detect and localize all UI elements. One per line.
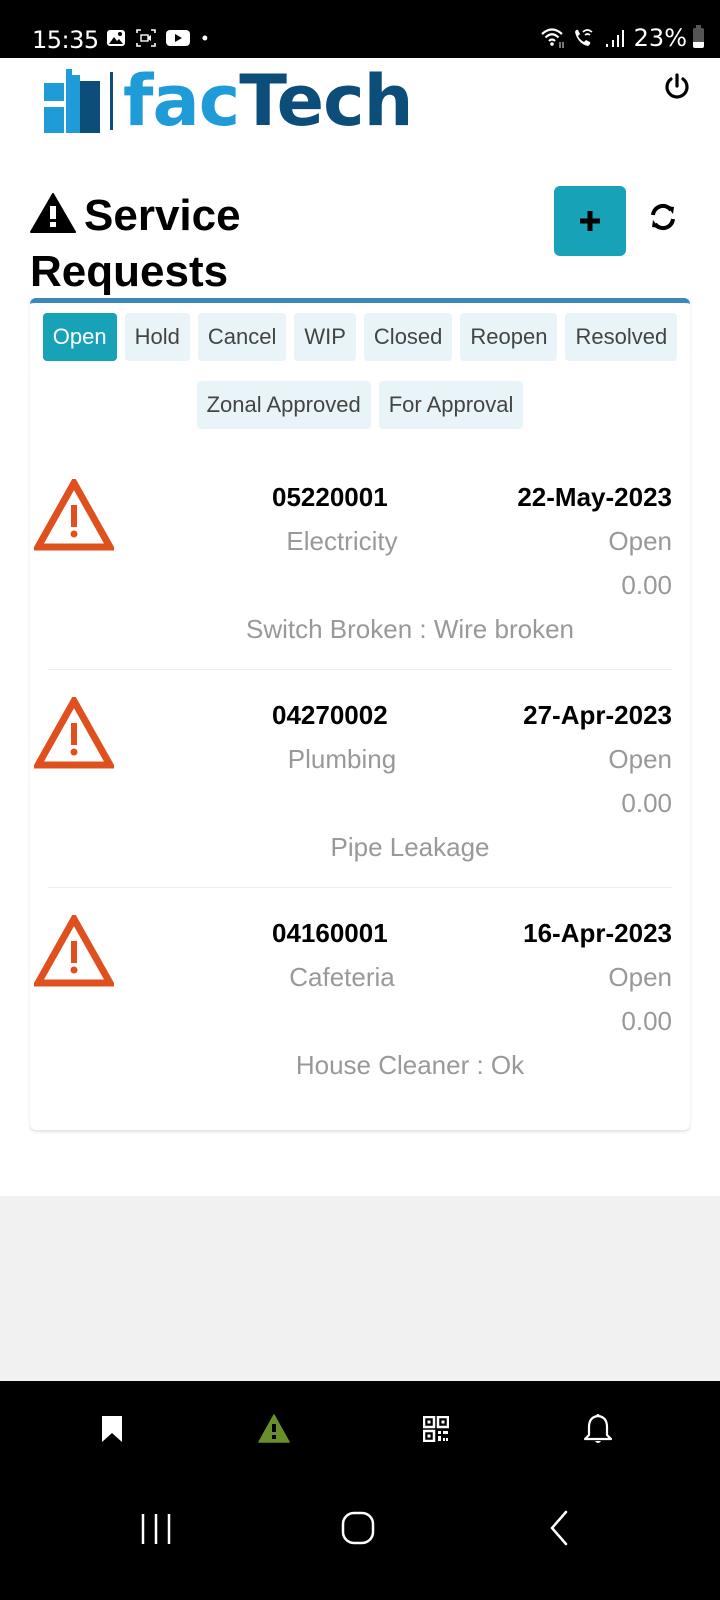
- qr-code-icon: [423, 1416, 449, 1442]
- power-icon[interactable]: [662, 72, 692, 102]
- back-icon[interactable]: [538, 1506, 582, 1550]
- request-date: 16-Apr-2023: [523, 918, 672, 948]
- wifi-icon: [540, 28, 564, 48]
- status-time: 15:35: [32, 26, 99, 54]
- request-description: House Cleaner : Ok: [295, 1050, 525, 1080]
- logo-text-fac: fac: [123, 60, 240, 142]
- alert-triangle-icon: [34, 915, 114, 987]
- signal-icon: [605, 30, 624, 47]
- logo-text-tech: Tech: [239, 60, 413, 142]
- request-list: 05220001 22-May-2023 Electricity Open 0.00…: [30, 451, 690, 1105]
- page-background: [0, 1196, 720, 1381]
- filter-zonal-approved[interactable]: Zonal Approved: [196, 381, 371, 429]
- request-category: Electricity: [286, 526, 398, 556]
- home-icon[interactable]: [336, 1506, 380, 1550]
- plus-icon: [580, 211, 600, 231]
- battery-percent: 23%: [633, 24, 687, 52]
- gallery-icon: [107, 30, 125, 46]
- request-date: 22-May-2023: [517, 482, 672, 512]
- request-status: Open: [608, 962, 672, 992]
- youtube-icon: [166, 30, 190, 46]
- request-date: 27-Apr-2023: [523, 700, 672, 730]
- nav-qr-scan[interactable]: [418, 1411, 454, 1447]
- app-header: facTech: [0, 58, 720, 168]
- add-request-button[interactable]: [554, 186, 626, 256]
- filter-open[interactable]: Open: [42, 313, 117, 361]
- battery-icon: [693, 25, 704, 48]
- recent-apps-icon[interactable]: [134, 1506, 178, 1550]
- status-bar: 15:35 23%: [0, 0, 720, 58]
- request-category: Cafeteria: [289, 962, 395, 992]
- warning-icon: [258, 1414, 290, 1443]
- filter-for-approval[interactable]: For Approval: [378, 381, 524, 429]
- filter-hold[interactable]: Hold: [124, 313, 190, 361]
- bottom-nav: [0, 1381, 720, 1476]
- filter-wip[interactable]: WIP: [294, 313, 356, 361]
- dot-icon: [202, 35, 208, 41]
- logo-separator: [110, 72, 113, 130]
- bell-icon: [583, 1414, 613, 1443]
- filter-resolved[interactable]: Resolved: [565, 313, 678, 361]
- warning-icon: [30, 193, 76, 233]
- wifi-call-icon: [574, 29, 593, 46]
- refresh-icon[interactable]: [648, 202, 678, 232]
- status-filter-tabs: Open Hold Cancel WIP Closed Reopen Resol…: [30, 313, 690, 429]
- request-amount: 0.00: [621, 788, 672, 818]
- filter-closed[interactable]: Closed: [363, 313, 453, 361]
- system-nav-bar: [0, 1476, 720, 1600]
- request-status: Open: [608, 744, 672, 774]
- request-category: Plumbing: [287, 744, 397, 774]
- request-item[interactable]: 05220001 22-May-2023 Electricity Open 0.00…: [30, 451, 690, 669]
- request-item[interactable]: 04270002 27-Apr-2023 Plumbing Open 0.00 Pi…: [30, 669, 690, 887]
- nav-bookmarks[interactable]: [94, 1411, 130, 1447]
- alert-triangle-icon: [34, 697, 114, 769]
- nav-notifications[interactable]: [580, 1411, 616, 1447]
- request-description: Pipe Leakage: [330, 832, 490, 862]
- request-amount: 0.00: [621, 570, 672, 600]
- request-description: Switch Broken : Wire broken: [245, 614, 574, 644]
- factech-logo: facTech: [44, 66, 413, 136]
- request-number: 05220001: [272, 482, 388, 512]
- title-row: Service Requests: [30, 180, 690, 300]
- filter-reopen[interactable]: Reopen: [460, 313, 558, 361]
- request-amount: 0.00: [621, 1006, 672, 1036]
- request-number: 04160001: [272, 918, 388, 948]
- request-number: 04270002: [272, 700, 388, 730]
- screen-record-icon: [136, 29, 156, 47]
- request-status: Open: [608, 526, 672, 556]
- logo-mark-icon: [44, 69, 100, 133]
- request-item[interactable]: 04160001 16-Apr-2023 Cafeteria Open 0.00 H…: [30, 887, 690, 1105]
- logo-text: facTech: [123, 66, 413, 136]
- filter-cancel[interactable]: Cancel: [197, 313, 287, 361]
- service-requests-card: Open Hold Cancel WIP Closed Reopen Resol…: [30, 298, 690, 1130]
- page-title: Service Requests: [30, 188, 350, 300]
- bookmark-icon: [102, 1416, 122, 1442]
- nav-service-requests[interactable]: [256, 1411, 292, 1447]
- alert-triangle-icon: [34, 479, 114, 551]
